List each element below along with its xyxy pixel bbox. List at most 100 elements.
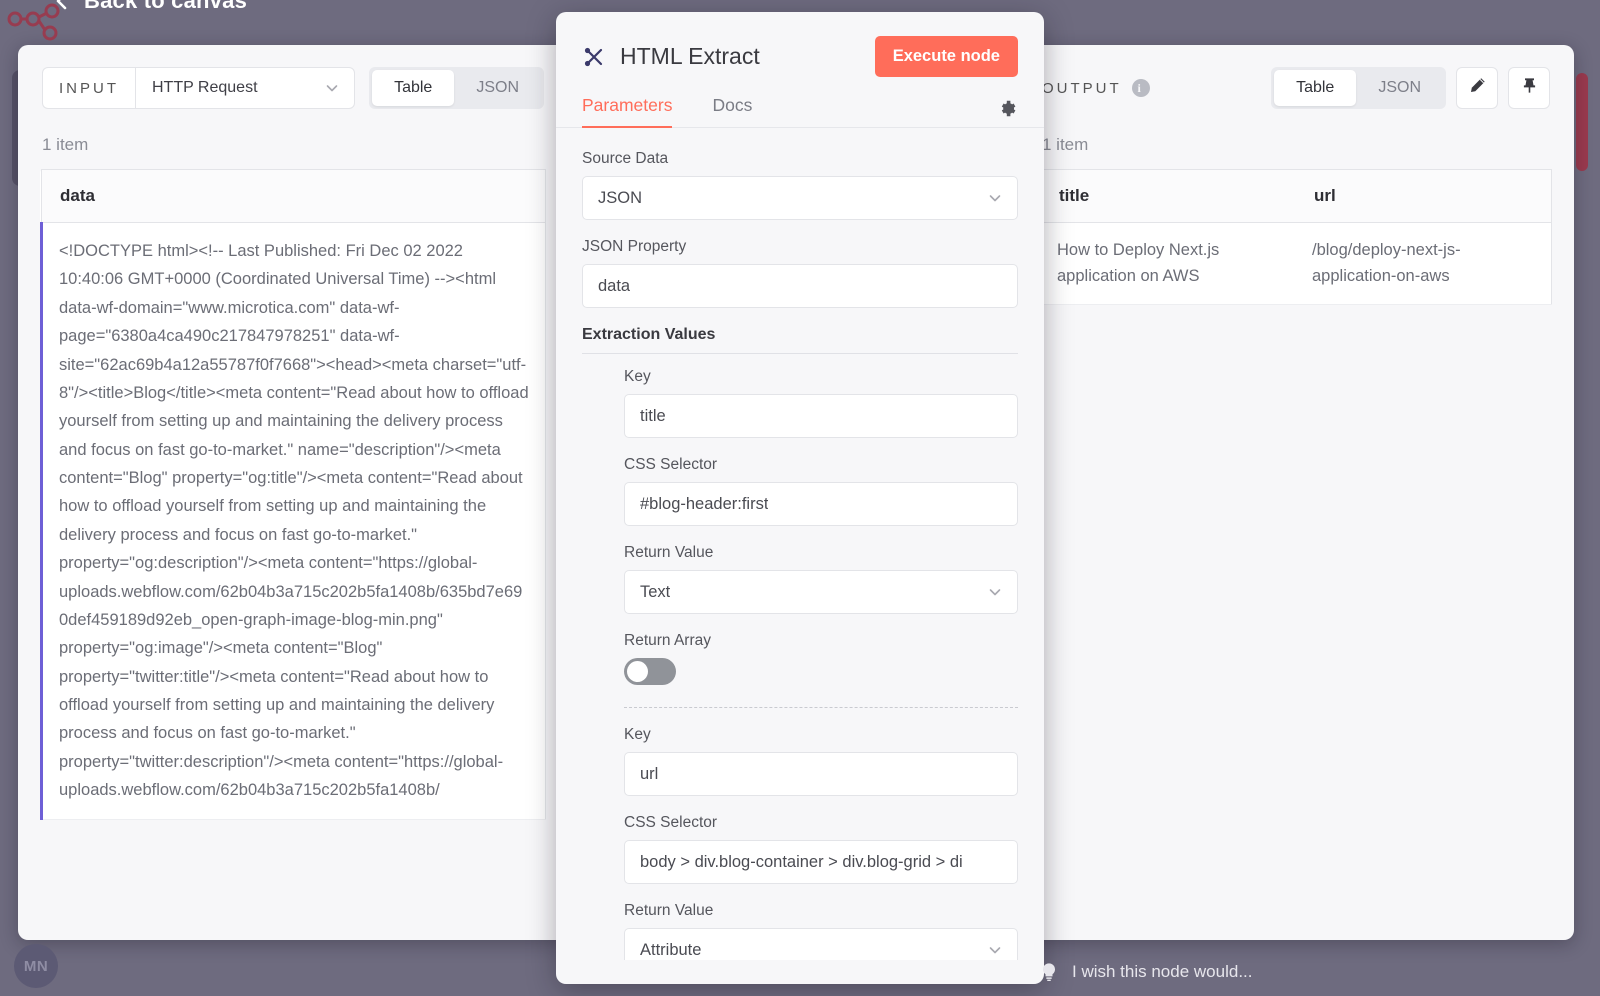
back-to-canvas-button[interactable]: Back to canvas xyxy=(52,0,247,14)
input-panel-header: INPUT HTTP Request Table JSON xyxy=(18,45,568,109)
select-source-data[interactable]: JSON xyxy=(582,176,1018,220)
label-key-2: Key xyxy=(624,726,651,743)
table-row: <!DOCTYPE html><!-- Last Published: Fri … xyxy=(40,222,546,820)
input-table-wrap: data <!DOCTYPE html><!-- Last Published:… xyxy=(18,169,568,820)
select-return-value-1[interactable]: Text xyxy=(624,570,1018,614)
field-css-selector-1: CSS Selector #blog-header:first xyxy=(624,456,1018,526)
field-source-data: Source Data JSON xyxy=(582,150,1018,220)
value-css-selector-1: #blog-header:first xyxy=(640,494,769,513)
input-source-select[interactable]: HTTP Request xyxy=(135,67,356,109)
node-header: HTML Extract Execute node xyxy=(556,12,1044,77)
output-panel-header: OUTPUT i Table JSON xyxy=(1018,45,1574,109)
n8n-logo xyxy=(7,3,60,41)
column-header-data: data xyxy=(41,169,546,223)
execute-node-button[interactable]: Execute node xyxy=(874,36,1018,77)
tab-parameters[interactable]: Parameters xyxy=(582,95,673,128)
info-icon[interactable]: i xyxy=(1131,79,1150,97)
input-view-toggle[interactable]: Table JSON xyxy=(369,67,544,109)
input-data-table: data <!DOCTYPE html><!-- Last Published:… xyxy=(40,169,546,820)
extraction-values-title: Extraction Values xyxy=(582,326,1018,354)
label-key-1: Key xyxy=(624,368,651,385)
field-return-value-1: Return Value Text xyxy=(624,544,1018,614)
output-view-json[interactable]: JSON xyxy=(1356,70,1443,106)
label-return-array-1: Return Array xyxy=(624,632,712,649)
value-return-value-1: Text xyxy=(640,582,671,601)
pin-icon xyxy=(1520,76,1539,100)
avatar[interactable]: MN xyxy=(14,944,58,988)
label-css-selector-1: CSS Selector xyxy=(624,456,718,473)
field-key-2: Key url xyxy=(624,726,1018,796)
column-header-url: url xyxy=(1296,169,1552,223)
label-css-selector-2: CSS Selector xyxy=(624,814,718,831)
scissors-icon xyxy=(582,45,606,69)
column-header-title: title xyxy=(1040,169,1296,223)
edit-output-button[interactable] xyxy=(1456,67,1498,109)
value-key-2: url xyxy=(640,764,659,783)
node-parameters-body: Source Data JSON JSON Property data Extr… xyxy=(556,128,1044,960)
input-key-2[interactable]: url xyxy=(624,752,1018,796)
cell-url: /blog/deploy-next-js-application-on-aws xyxy=(1296,222,1552,305)
value-return-value-2: Attribute xyxy=(640,940,702,959)
toggle-return-array-1[interactable] xyxy=(624,658,676,685)
lightbulb-icon xyxy=(1040,962,1058,982)
field-key-1: Key title xyxy=(624,368,1018,438)
input-view-json[interactable]: JSON xyxy=(454,70,541,106)
chevron-down-icon xyxy=(987,190,1003,206)
output-label: OUTPUT xyxy=(1042,79,1122,97)
table-row: How to Deploy Next.js application on AWS… xyxy=(1040,222,1552,305)
node-title-group: HTML Extract xyxy=(582,43,875,70)
value-json-property: data xyxy=(598,276,631,295)
field-css-selector-2: CSS Selector body > div.blog-container >… xyxy=(624,814,1018,884)
chevron-down-icon xyxy=(987,584,1003,600)
pencil-icon xyxy=(1468,76,1487,100)
input-key-1[interactable]: title xyxy=(624,394,1018,438)
extraction-item-1: Key title CSS Selector #blog-header:firs… xyxy=(582,368,1018,708)
field-return-value-2: Return Value Attribute xyxy=(624,902,1018,960)
input-view-table[interactable]: Table xyxy=(372,70,455,106)
extraction-item-2: Key url CSS Selector body > div.blog-con… xyxy=(582,726,1018,960)
gear-icon[interactable] xyxy=(998,99,1018,119)
input-item-count: 1 item xyxy=(42,135,89,154)
input-source-value: HTTP Request xyxy=(152,79,258,96)
table-header-row: title url xyxy=(1040,169,1552,223)
label-return-value-2: Return Value xyxy=(624,902,714,919)
output-data-table: title url How to Deploy Next.js applicat… xyxy=(1040,169,1552,305)
ndv-screen: Back to canvas INPUT HTTP Request Table … xyxy=(0,0,1600,996)
node-tabs: Parameters Docs xyxy=(556,77,1044,128)
value-key-1: title xyxy=(640,406,666,425)
back-to-canvas-label: Back to canvas xyxy=(84,0,247,13)
extraction-item-separator xyxy=(624,707,1018,708)
pin-output-button[interactable] xyxy=(1508,67,1550,109)
field-json-property: JSON Property data xyxy=(582,238,1018,308)
value-css-selector-2: body > div.blog-container > div.blog-gri… xyxy=(640,852,963,871)
input-css-selector-2[interactable]: body > div.blog-container > div.blog-gri… xyxy=(624,840,1018,884)
output-panel: OUTPUT i Table JSON 1 item title url How… xyxy=(1018,45,1574,940)
output-item-count: 1 item xyxy=(1042,135,1089,154)
input-css-selector-1[interactable]: #blog-header:first xyxy=(624,482,1018,526)
node-detail-panel: HTML Extract Execute node Parameters Doc… xyxy=(556,12,1044,984)
cell-title: How to Deploy Next.js application on AWS xyxy=(1040,222,1296,305)
chevron-down-icon xyxy=(987,942,1003,958)
output-connector-stub xyxy=(1576,73,1588,171)
cell-data: <!DOCTYPE html><!-- Last Published: Fri … xyxy=(40,222,546,820)
output-table-wrap: title url How to Deploy Next.js applicat… xyxy=(1018,169,1574,305)
value-source-data: JSON xyxy=(598,188,643,207)
node-feedback-hint[interactable]: I wish this node would... xyxy=(1040,962,1252,982)
output-view-table[interactable]: Table xyxy=(1274,70,1357,106)
input-panel: INPUT HTTP Request Table JSON 1 item dat… xyxy=(18,45,568,940)
input-json-property[interactable]: data xyxy=(582,264,1018,308)
tab-docs[interactable]: Docs xyxy=(712,95,752,127)
chevron-down-icon xyxy=(324,80,340,96)
label-json-property: JSON Property xyxy=(582,238,687,255)
avatar-initials: MN xyxy=(23,957,49,975)
label-source-data: Source Data xyxy=(582,150,669,167)
select-return-value-2[interactable]: Attribute xyxy=(624,928,1018,960)
field-return-array-1: Return Array xyxy=(624,632,1018,685)
toggle-knob xyxy=(627,661,648,682)
label-return-value-1: Return Value xyxy=(624,544,714,561)
node-feedback-label: I wish this node would... xyxy=(1072,962,1253,981)
output-view-toggle[interactable]: Table JSON xyxy=(1271,67,1446,109)
table-header-row: data xyxy=(41,169,546,223)
input-label: INPUT xyxy=(42,67,135,109)
node-title: HTML Extract xyxy=(620,43,760,69)
